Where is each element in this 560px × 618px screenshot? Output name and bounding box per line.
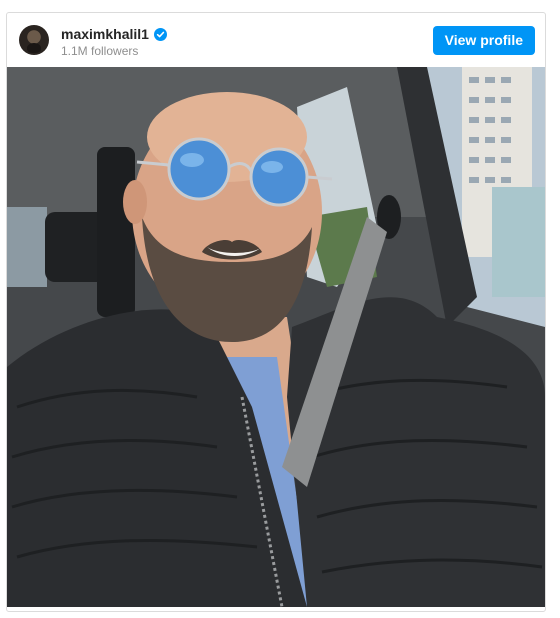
view-profile-button[interactable]: View profile	[432, 26, 535, 55]
username[interactable]: maximkhalil1	[61, 26, 149, 42]
verified-badge-icon	[153, 27, 167, 41]
follower-count: 1.1M followers	[61, 44, 139, 58]
instagram-embed-card: maximkhalil1 1.1M followers View profile	[6, 12, 546, 612]
post-photo[interactable]	[7, 67, 545, 607]
username-row: maximkhalil1	[61, 26, 167, 42]
post-header: maximkhalil1 1.1M followers View profile	[7, 13, 545, 67]
selfie-image	[7, 67, 545, 607]
avatar[interactable]	[19, 25, 49, 55]
